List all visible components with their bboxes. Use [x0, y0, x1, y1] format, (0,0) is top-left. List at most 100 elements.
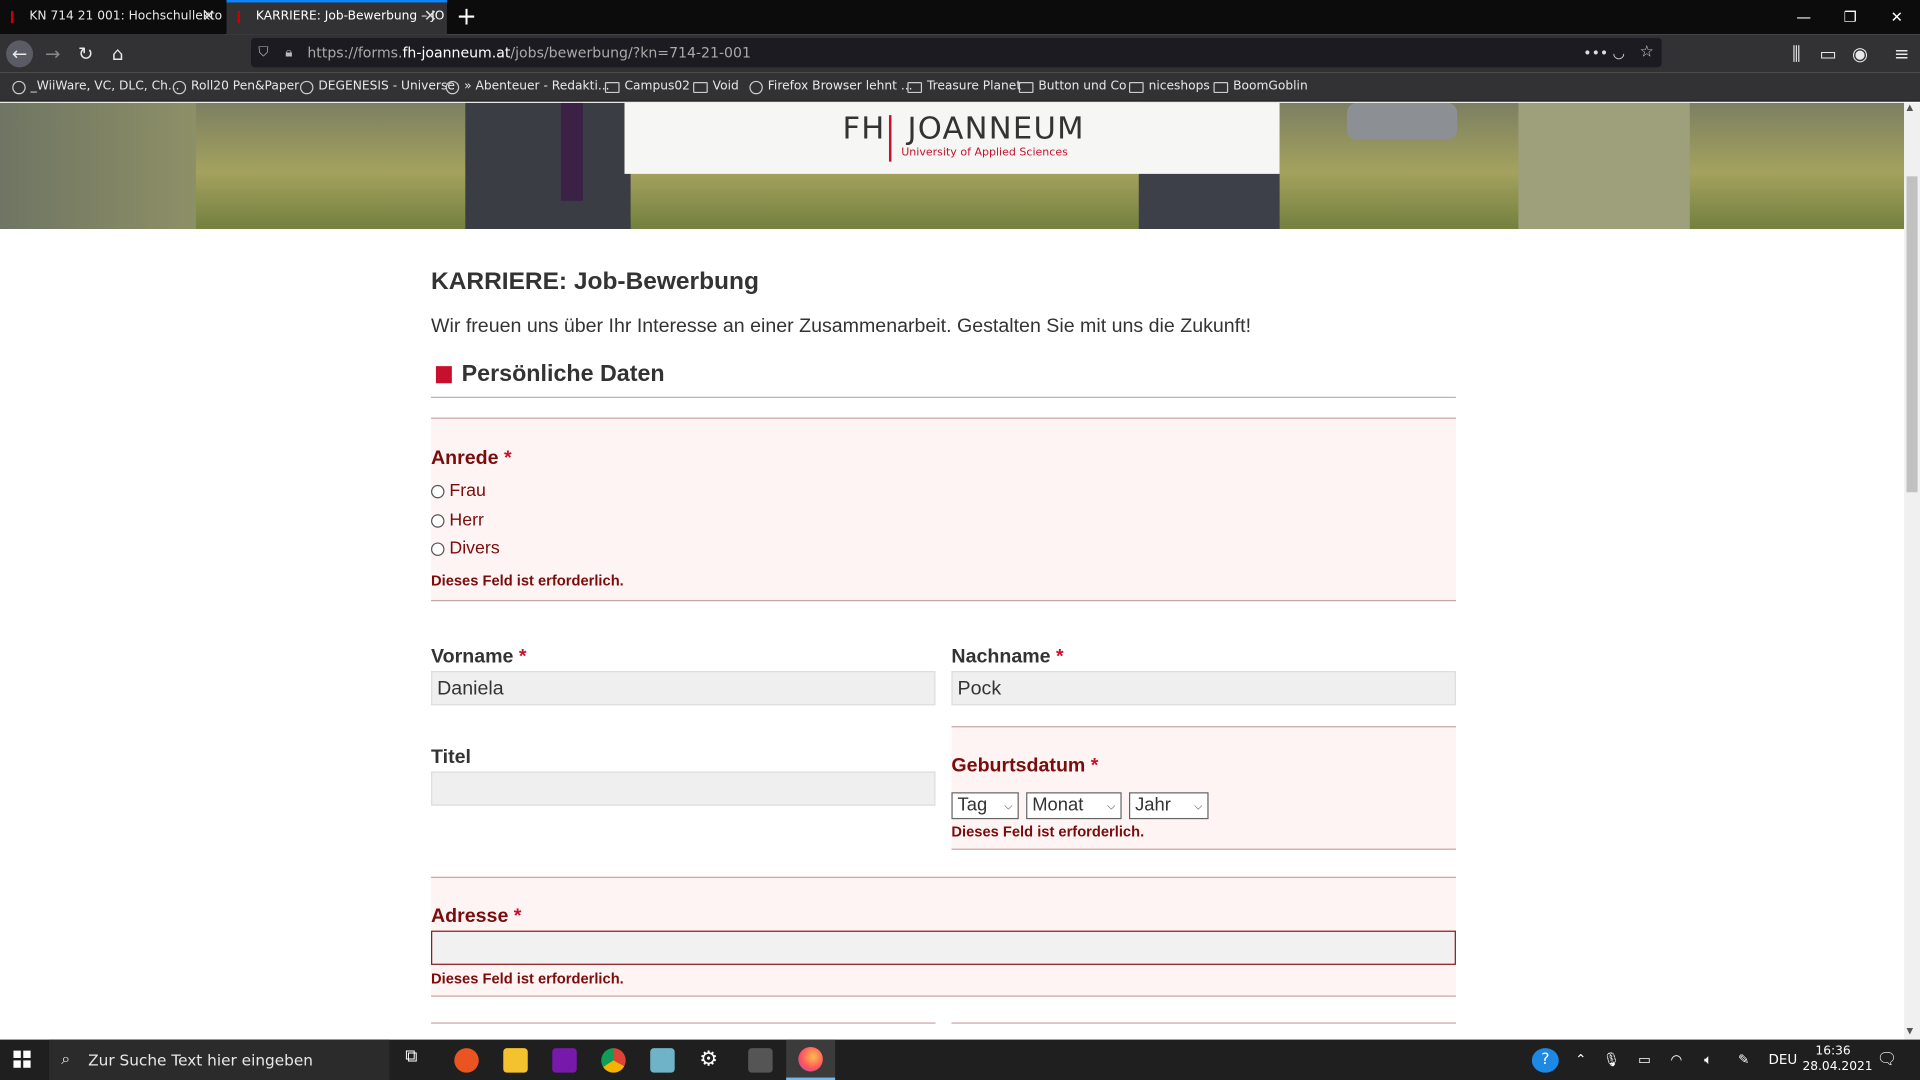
url-bar[interactable]: ⛉ 🔒︎ https://forms.fh-joanneum.at/jobs/b…: [251, 37, 1662, 68]
scroll-down-icon[interactable]: ▼: [1907, 1026, 1914, 1036]
bookmark-item[interactable]: Roll20 Pen&Paper: [172, 72, 299, 101]
scrollbar-thumb[interactable]: [1906, 176, 1918, 493]
fh-joanneum-logo[interactable]: FH JOANNEUM University of Applied Scienc…: [624, 102, 1280, 174]
back-icon[interactable]: ←: [6, 40, 34, 68]
reload-icon[interactable]: ↻: [72, 40, 99, 67]
section-marker: [435, 366, 452, 384]
globe-icon: [300, 80, 314, 94]
microphone-icon[interactable]: 🎙︎: [1602, 1040, 1622, 1080]
chevron-up-icon[interactable]: ⌃: [1571, 1040, 1591, 1080]
notification-icon[interactable]: 🗨︎: [1875, 1040, 1899, 1080]
birth-day-select[interactable]: Tag ⌵: [951, 792, 1019, 820]
titel-label: Titel: [431, 746, 471, 768]
new-tab-icon[interactable]: +: [454, 2, 478, 29]
task-view-icon[interactable]: ⧉: [405, 1047, 417, 1067]
bookmark-folder[interactable]: BoomGoblin: [1213, 72, 1308, 101]
bookmark-folder[interactable]: Button und Co: [1018, 72, 1127, 101]
favicon-icon: [237, 11, 249, 24]
radio-circle[interactable]: [431, 513, 445, 528]
firefox-taskbar-button[interactable]: [786, 1039, 836, 1080]
birth-month-select[interactable]: Monat ⌵: [1026, 792, 1122, 820]
taskbar-search[interactable]: ⌕ Zur Suche Text hier eingeben: [48, 1039, 390, 1080]
clock[interactable]: 16:36 28.04.2021: [1802, 1043, 1872, 1075]
section-divider: [431, 396, 1456, 398]
windows-taskbar: ⌕ Zur Suche Text hier eingeben ⧉ ⚙ ? ⌃ 🎙…: [0, 1039, 1920, 1080]
library-icon[interactable]: ⫼: [1783, 40, 1810, 67]
account-icon[interactable]: ◉: [1847, 40, 1874, 67]
folder-icon: [604, 81, 620, 93]
close-tab-icon[interactable]: ✕: [424, 0, 437, 34]
bookmark-star-icon[interactable]: ☆: [1640, 38, 1654, 67]
sidebar-icon[interactable]: ▭: [1815, 40, 1842, 67]
battery-icon[interactable]: ▭: [1633, 1040, 1655, 1080]
bookmark-item[interactable]: _WiiWare, VC, DLC, Ch...: [12, 72, 180, 101]
volume-icon[interactable]: 🔈︎: [1697, 1040, 1719, 1080]
browser-tab-active[interactable]: KARRIERE: Job-Bewerbung – JO ✕: [226, 0, 447, 35]
logo-bar: [888, 115, 892, 162]
bookmarks-bar: _WiiWare, VC, DLC, Ch... Roll20 Pen&Pape…: [0, 72, 1920, 102]
shield-icon[interactable]: ⛉: [258, 38, 268, 67]
radio-divers[interactable]: Divers: [431, 539, 500, 558]
globe-icon: [12, 80, 26, 94]
radio-frau[interactable]: Frau: [431, 481, 486, 501]
chrome-icon[interactable]: [601, 1048, 626, 1073]
firefox-icon: [798, 1046, 823, 1072]
tab-title: KN 714 21 001: Hochschullekto: [29, 9, 223, 24]
next-field-border: [951, 1022, 1456, 1024]
chevron-down-icon: ⌵: [1107, 799, 1116, 812]
folder-icon: [1213, 81, 1229, 93]
bookmark-item[interactable]: Firefox Browser lehnt ...: [749, 72, 913, 101]
onenote-icon[interactable]: [552, 1048, 577, 1073]
language-indicator[interactable]: DEU: [1766, 1040, 1800, 1080]
windows-start-icon[interactable]: [13, 1050, 31, 1068]
bookmark-item[interactable]: » Abenteuer - Redakti...: [445, 72, 610, 101]
vorname-input[interactable]: Daniela: [431, 671, 936, 706]
scroll-up-icon[interactable]: ▲: [1907, 103, 1914, 113]
minimize-icon[interactable]: —: [1782, 0, 1826, 34]
home-icon[interactable]: ⌂: [104, 40, 131, 67]
page-title: KARRIERE: Job-Bewerbung: [431, 268, 759, 296]
adresse-error: Dieses Feld ist erforderlich.: [431, 969, 624, 987]
forward-icon[interactable]: →: [39, 40, 66, 67]
bookmark-folder[interactable]: Treasure Planet: [907, 72, 1021, 101]
pen-icon[interactable]: ✎: [1731, 1040, 1755, 1080]
close-tab-icon[interactable]: ✕: [202, 0, 215, 34]
close-window-icon[interactable]: ✕: [1875, 0, 1919, 34]
folder-icon: [907, 81, 923, 93]
folder-icon: [1018, 81, 1034, 93]
nachname-input[interactable]: Pock: [951, 671, 1456, 706]
pocket-icon[interactable]: ◡: [1613, 38, 1625, 67]
radio-herr[interactable]: Herr: [431, 511, 484, 530]
birth-year-select[interactable]: Jahr ⌵: [1128, 792, 1209, 820]
ubuntu-app-icon[interactable]: [454, 1048, 479, 1073]
notes-app-icon[interactable]: [650, 1048, 675, 1073]
camera-app-icon[interactable]: [748, 1048, 773, 1073]
geburtsdatum-error: Dieses Feld ist erforderlich.: [951, 822, 1145, 841]
globe-icon: [445, 80, 460, 94]
restore-icon[interactable]: ❐: [1828, 0, 1872, 34]
bookmark-folder[interactable]: Campus02: [604, 72, 690, 101]
bookmark-folder[interactable]: niceshops: [1128, 72, 1210, 101]
settings-gear-icon[interactable]: ⚙: [699, 1047, 718, 1071]
radio-circle[interactable]: [431, 484, 445, 498]
menu-icon[interactable]: ≡: [1888, 40, 1915, 67]
bookmark-item[interactable]: DEGENESIS - Universe: [300, 72, 455, 101]
titel-input[interactable]: [431, 771, 936, 806]
page-scrollbar[interactable]: ▲ ▼: [1904, 102, 1920, 1040]
anrede-error: Dieses Feld ist erforderlich.: [431, 571, 624, 589]
wifi-icon[interactable]: ◠: [1665, 1040, 1687, 1080]
help-icon[interactable]: ?: [1531, 1048, 1559, 1073]
file-explorer-icon[interactable]: [503, 1048, 528, 1073]
lock-icon: 🔒︎: [285, 44, 293, 61]
favicon-icon: [11, 11, 22, 24]
bookmark-folder[interactable]: Void: [693, 72, 739, 101]
adresse-input[interactable]: [431, 930, 1456, 965]
logo-text: FH JOANNEUM: [842, 110, 1085, 146]
radio-circle[interactable]: [431, 541, 445, 556]
anrede-label: Anrede *: [431, 448, 512, 469]
navigation-bar: ← → ↻ ⌂ ⛉ 🔒︎ https://forms.fh-joanneum.a…: [0, 34, 1920, 73]
page-actions-icon[interactable]: •••: [1583, 38, 1608, 67]
browser-tab[interactable]: KN 714 21 001: Hochschullekto ✕: [0, 0, 226, 35]
logo-subtitle: University of Applied Sciences: [901, 146, 1068, 160]
search-icon: ⌕: [61, 1050, 71, 1069]
